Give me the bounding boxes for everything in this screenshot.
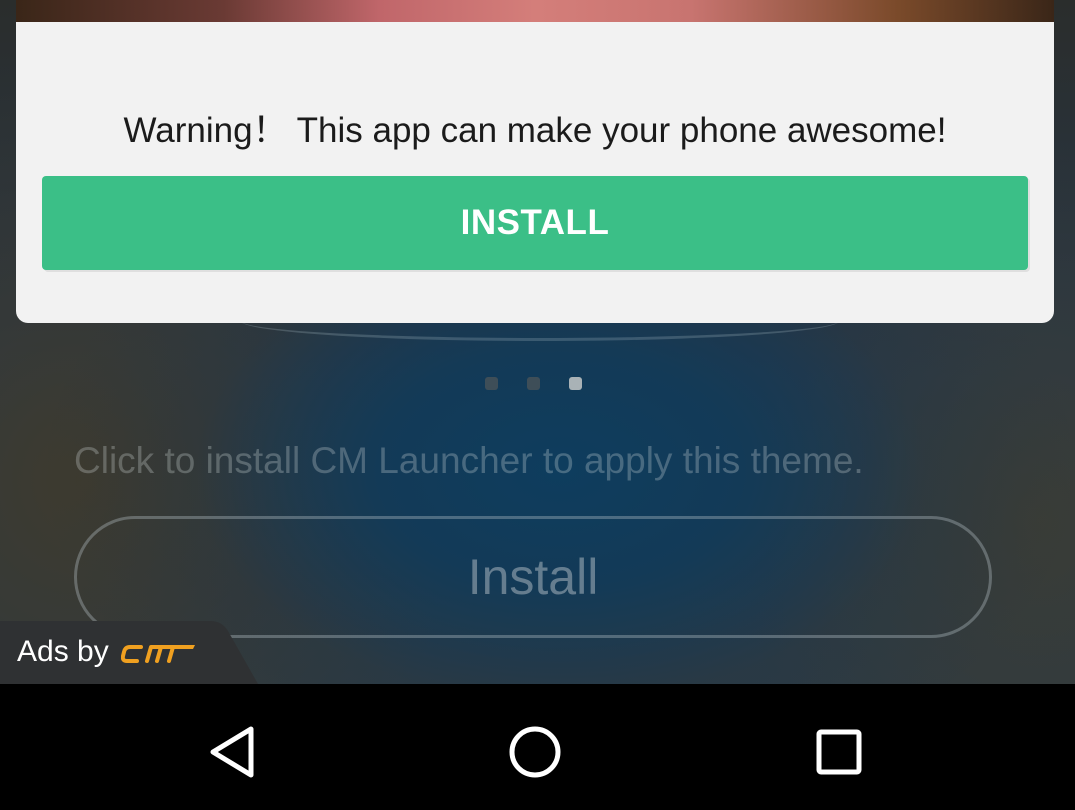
back-icon[interactable] (197, 716, 269, 788)
page-dot (485, 377, 498, 390)
recents-icon[interactable] (803, 716, 875, 788)
background-install-button[interactable]: Install (74, 516, 992, 638)
ads-badge[interactable]: Ads by (0, 621, 260, 684)
install-button[interactable]: INSTALL (42, 176, 1028, 270)
page-dot-active (569, 377, 582, 390)
helper-text: Click to install CM Launcher to apply th… (74, 440, 864, 481)
page-dot (527, 377, 540, 390)
ad-card: Warning！ This app can make your phone aw… (16, 22, 1054, 323)
cm-logo-icon (121, 645, 195, 663)
navigation-bar (0, 684, 1075, 810)
theme-preview-background: Warning！ This app can make your phone aw… (0, 0, 1075, 684)
home-icon[interactable] (499, 716, 571, 788)
ad-message: Warning！ This app can make your phone aw… (123, 111, 947, 150)
ads-label: Ads by (17, 635, 109, 668)
theme-preview-image (16, 0, 1054, 22)
